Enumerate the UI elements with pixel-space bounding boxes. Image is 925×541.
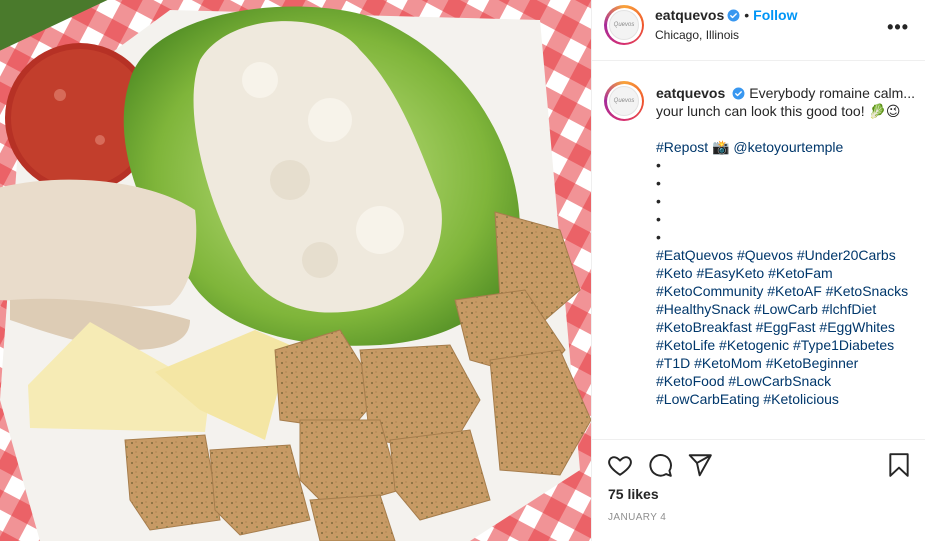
action-bar: 75 likes JANUARY 4 <box>592 439 925 541</box>
post-sidebar: Quevos eatquevos • Follow Chicago, Illinoi… <box>591 0 925 541</box>
post-header: Quevos eatquevos • Follow Chicago, Illinoi… <box>592 0 925 61</box>
post-date[interactable]: JANUARY 4 <box>608 512 666 523</box>
brand-logo: Quevos <box>609 10 639 40</box>
caption-bullet: • <box>656 229 661 245</box>
post-photo[interactable] <box>0 0 591 541</box>
bookmark-icon[interactable] <box>886 452 912 478</box>
caption-section: Quevos eatquevos Everybody romaine calm..… <box>592 62 925 439</box>
repost-line[interactable]: #Repost 📸 @ketoyourtemple <box>656 138 915 156</box>
caption-bullet: • <box>656 211 661 227</box>
caption-bullet: • <box>656 157 661 173</box>
caption-hashtags[interactable]: #EatQuevos #Quevos #Under20Carbs #Keto #… <box>656 246 915 408</box>
comment-icon[interactable] <box>647 452 673 478</box>
verified-badge-icon <box>727 9 740 22</box>
caption-username[interactable]: eatquevos <box>656 85 725 101</box>
verified-badge-icon <box>732 87 745 100</box>
food-photo-image <box>0 0 591 541</box>
post-location[interactable]: Chicago, Illinois <box>655 28 739 42</box>
author-username[interactable]: eatquevos <box>655 7 724 23</box>
caption-bullet: • <box>656 175 661 191</box>
follow-button[interactable]: Follow <box>753 7 797 23</box>
author-avatar[interactable]: Quevos <box>604 5 644 45</box>
likes-count[interactable]: 75 likes <box>608 486 659 502</box>
share-icon[interactable] <box>687 452 713 478</box>
more-horizontal-icon[interactable]: ••• <box>887 17 909 38</box>
header-separator: • <box>744 7 750 23</box>
post-caption: eatquevos Everybody romaine calm... your … <box>656 84 915 408</box>
caption-bullet: • <box>656 193 661 209</box>
caption-avatar[interactable]: Quevos <box>604 81 644 121</box>
brand-logo: Quevos <box>609 86 639 116</box>
heart-icon[interactable] <box>607 452 633 478</box>
